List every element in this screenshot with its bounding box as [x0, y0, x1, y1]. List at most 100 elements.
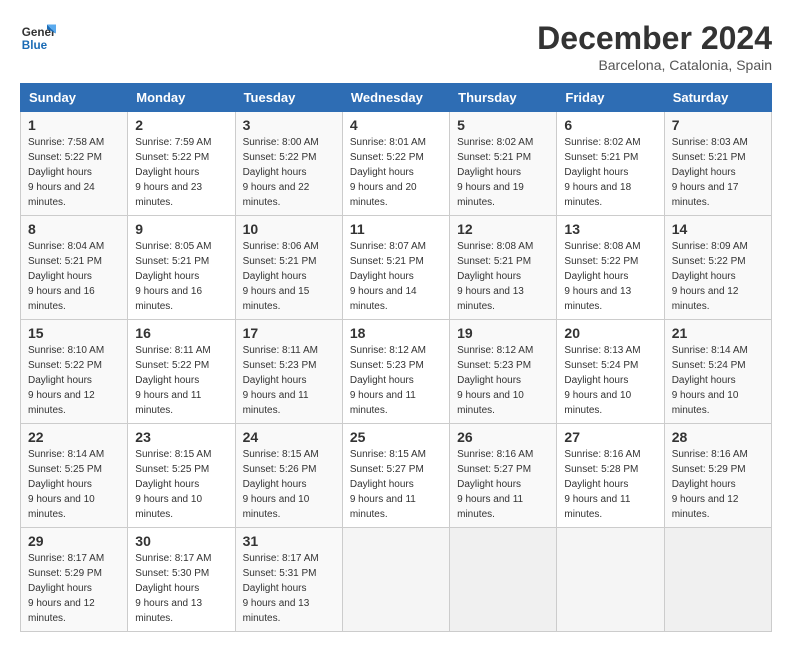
location: Barcelona, Catalonia, Spain — [537, 57, 772, 73]
calendar-week: 8 Sunrise: 8:04 AMSunset: 5:21 PMDayligh… — [21, 216, 772, 320]
calendar-day: 13 Sunrise: 8:08 AMSunset: 5:22 PMDaylig… — [557, 216, 664, 320]
header-day: Thursday — [450, 84, 557, 112]
day-info: Sunrise: 8:07 AMSunset: 5:21 PMDaylight … — [350, 241, 426, 312]
day-info: Sunrise: 7:59 AMSunset: 5:22 PMDaylight … — [135, 137, 211, 208]
calendar-day: 30 Sunrise: 8:17 AMSunset: 5:30 PMDaylig… — [128, 528, 235, 632]
calendar-day — [450, 528, 557, 632]
calendar-day: 8 Sunrise: 8:04 AMSunset: 5:21 PMDayligh… — [21, 216, 128, 320]
day-number: 1 — [28, 117, 120, 133]
day-number: 31 — [243, 533, 335, 549]
day-info: Sunrise: 8:04 AMSunset: 5:21 PMDaylight … — [28, 241, 104, 312]
day-info: Sunrise: 8:15 AMSunset: 5:25 PMDaylight … — [135, 449, 211, 520]
day-info: Sunrise: 8:17 AMSunset: 5:29 PMDaylight … — [28, 553, 104, 624]
day-number: 9 — [135, 221, 227, 237]
calendar-day: 11 Sunrise: 8:07 AMSunset: 5:21 PMDaylig… — [342, 216, 449, 320]
day-info: Sunrise: 8:08 AMSunset: 5:22 PMDaylight … — [564, 241, 640, 312]
header-day: Sunday — [21, 84, 128, 112]
logo-icon: General Blue — [20, 20, 56, 56]
calendar-week: 29 Sunrise: 8:17 AMSunset: 5:29 PMDaylig… — [21, 528, 772, 632]
title-area: December 2024 Barcelona, Catalonia, Spai… — [537, 20, 772, 73]
day-number: 24 — [243, 429, 335, 445]
calendar-day: 4 Sunrise: 8:01 AMSunset: 5:22 PMDayligh… — [342, 112, 449, 216]
day-number: 12 — [457, 221, 549, 237]
calendar-day — [664, 528, 771, 632]
day-number: 11 — [350, 221, 442, 237]
day-info: Sunrise: 8:15 AMSunset: 5:26 PMDaylight … — [243, 449, 319, 520]
calendar-day — [342, 528, 449, 632]
day-number: 26 — [457, 429, 549, 445]
day-info: Sunrise: 8:17 AMSunset: 5:31 PMDaylight … — [243, 553, 319, 624]
day-info: Sunrise: 8:05 AMSunset: 5:21 PMDaylight … — [135, 241, 211, 312]
day-number: 10 — [243, 221, 335, 237]
day-info: Sunrise: 8:10 AMSunset: 5:22 PMDaylight … — [28, 345, 104, 416]
day-number: 20 — [564, 325, 656, 341]
calendar-day: 5 Sunrise: 8:02 AMSunset: 5:21 PMDayligh… — [450, 112, 557, 216]
day-number: 5 — [457, 117, 549, 133]
header-day: Monday — [128, 84, 235, 112]
calendar-day: 9 Sunrise: 8:05 AMSunset: 5:21 PMDayligh… — [128, 216, 235, 320]
day-info: Sunrise: 8:17 AMSunset: 5:30 PMDaylight … — [135, 553, 211, 624]
calendar-day: 23 Sunrise: 8:15 AMSunset: 5:25 PMDaylig… — [128, 424, 235, 528]
day-info: Sunrise: 8:14 AMSunset: 5:24 PMDaylight … — [672, 345, 748, 416]
calendar-day: 31 Sunrise: 8:17 AMSunset: 5:31 PMDaylig… — [235, 528, 342, 632]
day-info: Sunrise: 8:11 AMSunset: 5:23 PMDaylight … — [243, 345, 318, 416]
calendar-day: 16 Sunrise: 8:11 AMSunset: 5:22 PMDaylig… — [128, 320, 235, 424]
calendar-day: 2 Sunrise: 7:59 AMSunset: 5:22 PMDayligh… — [128, 112, 235, 216]
day-info: Sunrise: 8:13 AMSunset: 5:24 PMDaylight … — [564, 345, 640, 416]
header-day: Wednesday — [342, 84, 449, 112]
day-info: Sunrise: 8:16 AMSunset: 5:29 PMDaylight … — [672, 449, 748, 520]
calendar-day: 1 Sunrise: 7:58 AMSunset: 5:22 PMDayligh… — [21, 112, 128, 216]
calendar-day: 19 Sunrise: 8:12 AMSunset: 5:23 PMDaylig… — [450, 320, 557, 424]
calendar-table: SundayMondayTuesdayWednesdayThursdayFrid… — [20, 83, 772, 632]
calendar-day — [557, 528, 664, 632]
logo: General Blue — [20, 20, 56, 56]
day-info: Sunrise: 8:16 AMSunset: 5:27 PMDaylight … — [457, 449, 533, 520]
header: General Blue December 2024 Barcelona, Ca… — [20, 20, 772, 73]
day-number: 25 — [350, 429, 442, 445]
header-row: SundayMondayTuesdayWednesdayThursdayFrid… — [21, 84, 772, 112]
calendar-day: 6 Sunrise: 8:02 AMSunset: 5:21 PMDayligh… — [557, 112, 664, 216]
day-number: 23 — [135, 429, 227, 445]
calendar-day: 28 Sunrise: 8:16 AMSunset: 5:29 PMDaylig… — [664, 424, 771, 528]
day-number: 28 — [672, 429, 764, 445]
calendar-day: 24 Sunrise: 8:15 AMSunset: 5:26 PMDaylig… — [235, 424, 342, 528]
day-number: 14 — [672, 221, 764, 237]
day-info: Sunrise: 8:11 AMSunset: 5:22 PMDaylight … — [135, 345, 210, 416]
calendar-week: 22 Sunrise: 8:14 AMSunset: 5:25 PMDaylig… — [21, 424, 772, 528]
calendar-day: 7 Sunrise: 8:03 AMSunset: 5:21 PMDayligh… — [664, 112, 771, 216]
day-info: Sunrise: 8:12 AMSunset: 5:23 PMDaylight … — [350, 345, 426, 416]
calendar-week: 15 Sunrise: 8:10 AMSunset: 5:22 PMDaylig… — [21, 320, 772, 424]
calendar-day: 20 Sunrise: 8:13 AMSunset: 5:24 PMDaylig… — [557, 320, 664, 424]
day-number: 22 — [28, 429, 120, 445]
calendar-day: 12 Sunrise: 8:08 AMSunset: 5:21 PMDaylig… — [450, 216, 557, 320]
day-number: 27 — [564, 429, 656, 445]
day-info: Sunrise: 8:12 AMSunset: 5:23 PMDaylight … — [457, 345, 533, 416]
day-info: Sunrise: 8:16 AMSunset: 5:28 PMDaylight … — [564, 449, 640, 520]
day-number: 13 — [564, 221, 656, 237]
header-day: Friday — [557, 84, 664, 112]
header-day: Tuesday — [235, 84, 342, 112]
calendar-day: 27 Sunrise: 8:16 AMSunset: 5:28 PMDaylig… — [557, 424, 664, 528]
svg-text:Blue: Blue — [22, 39, 48, 52]
day-info: Sunrise: 8:08 AMSunset: 5:21 PMDaylight … — [457, 241, 533, 312]
day-number: 29 — [28, 533, 120, 549]
day-number: 8 — [28, 221, 120, 237]
day-info: Sunrise: 8:09 AMSunset: 5:22 PMDaylight … — [672, 241, 748, 312]
calendar-day: 17 Sunrise: 8:11 AMSunset: 5:23 PMDaylig… — [235, 320, 342, 424]
calendar-day: 21 Sunrise: 8:14 AMSunset: 5:24 PMDaylig… — [664, 320, 771, 424]
day-info: Sunrise: 8:00 AMSunset: 5:22 PMDaylight … — [243, 137, 319, 208]
day-number: 7 — [672, 117, 764, 133]
day-number: 2 — [135, 117, 227, 133]
day-number: 21 — [672, 325, 764, 341]
calendar-day: 14 Sunrise: 8:09 AMSunset: 5:22 PMDaylig… — [664, 216, 771, 320]
day-info: Sunrise: 7:58 AMSunset: 5:22 PMDaylight … — [28, 137, 104, 208]
calendar-day: 15 Sunrise: 8:10 AMSunset: 5:22 PMDaylig… — [21, 320, 128, 424]
calendar-day: 18 Sunrise: 8:12 AMSunset: 5:23 PMDaylig… — [342, 320, 449, 424]
day-number: 16 — [135, 325, 227, 341]
calendar-day: 10 Sunrise: 8:06 AMSunset: 5:21 PMDaylig… — [235, 216, 342, 320]
day-info: Sunrise: 8:03 AMSunset: 5:21 PMDaylight … — [672, 137, 748, 208]
calendar-day: 3 Sunrise: 8:00 AMSunset: 5:22 PMDayligh… — [235, 112, 342, 216]
day-number: 17 — [243, 325, 335, 341]
header-day: Saturday — [664, 84, 771, 112]
day-number: 19 — [457, 325, 549, 341]
